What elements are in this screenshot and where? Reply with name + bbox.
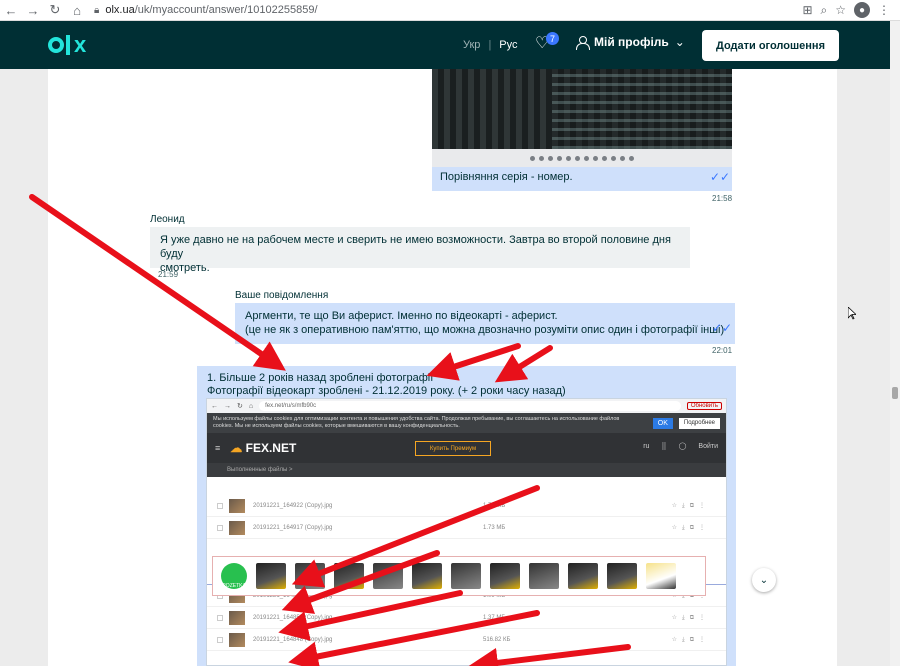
sender-name: Леонид bbox=[150, 214, 185, 225]
bookmark-star-icon[interactable]: ☆ bbox=[835, 3, 846, 17]
message-text-line: Фотографії відеокарт зроблені - 21.12.20… bbox=[207, 385, 566, 397]
file-row: 20191221_164848 (Copy).jpg 516.82 КБ ☆⤓⧉… bbox=[207, 629, 726, 651]
embedded-url: fex.net/ru/s/mfb90c bbox=[259, 401, 681, 411]
scroll-to-bottom-button[interactable]: ⌄ bbox=[752, 568, 776, 592]
grid-icon: ⣿ bbox=[661, 443, 667, 450]
lang-uk[interactable]: Укр bbox=[463, 39, 480, 51]
file-row: 20191221_164917 (Copy).jpg 1.73 МБ ☆⤓⧉⋮ bbox=[207, 517, 726, 539]
translate-icon[interactable]: ⊞ bbox=[802, 3, 812, 17]
attached-screenshot[interactable]: ← → ↻ ⌂ fex.net/ru/s/mfb90c Обновить Мы исп… bbox=[206, 398, 727, 666]
url-host: olx.ua bbox=[105, 4, 135, 16]
address-bar[interactable]: 🔒︎ olx.ua/uk/myaccount/answer/1010225585… bbox=[94, 2, 802, 19]
sender-name: Ваше повідомлення bbox=[235, 290, 329, 301]
mouse-cursor-icon bbox=[848, 307, 856, 320]
cookie-ok: OK bbox=[652, 417, 673, 429]
lang-ru[interactable]: Рус bbox=[499, 39, 517, 51]
chrome-menu-icon[interactable]: ⋮ bbox=[878, 3, 890, 17]
forward-icon[interactable]: → bbox=[22, 0, 44, 21]
message-text-line: смотреть. bbox=[160, 262, 210, 274]
hamburger-icon: ≡ bbox=[215, 443, 221, 453]
fex-logo: FEX.NET bbox=[245, 441, 297, 455]
message-time: 21:59 bbox=[158, 270, 179, 279]
message-text-line: Аргменти, те що Ви аферист. Іменно по ві… bbox=[245, 310, 558, 322]
read-check-icon: ✓✓ bbox=[710, 170, 731, 184]
own-message-bubble: Порівняння серія - номер. bbox=[432, 167, 732, 191]
lock-icon: 🔒︎ bbox=[94, 4, 100, 16]
favorites-count-badge: 7 bbox=[546, 32, 559, 45]
home-icon[interactable]: ⌂ bbox=[66, 0, 88, 21]
message-time: 22:01 bbox=[712, 346, 733, 355]
embedded-buy-button: Купить Премиум bbox=[415, 441, 491, 456]
my-profile-menu[interactable]: Мій профіль ⌄ bbox=[576, 35, 685, 50]
embedded-reload-label: Обновить bbox=[686, 402, 722, 410]
chrome-profile-avatar[interactable]: ● bbox=[854, 2, 870, 18]
message-image-attachment[interactable] bbox=[432, 69, 732, 167]
zoom-icon[interactable]: ⌕ bbox=[821, 3, 828, 18]
url-path: /uk/myaccount/answer/10102255859/ bbox=[134, 4, 318, 16]
chevron-down-icon: ⌄ bbox=[759, 574, 769, 586]
user-icon bbox=[576, 35, 590, 50]
cookie-text: cookies. Мы не используем файлы cookies,… bbox=[213, 423, 460, 429]
message-text-line: 1. Більше 2 років назад зроблені фотогра… bbox=[207, 372, 434, 384]
message-text-line: Я уже давно не на рабочем месте и сверит… bbox=[160, 234, 671, 260]
cookie-text: Мы используем файлы cookies для оптимиза… bbox=[213, 416, 620, 422]
site-header: x Укр | Рус ♡ 7 Мій профіль ⌄ Додати оголо… bbox=[0, 21, 890, 69]
read-check-icon: ✓✓ bbox=[712, 321, 733, 335]
incoming-message-bubble: Я уже давно не на рабочем месте и сверит… bbox=[150, 227, 690, 274]
embedded-ad-banner: ROZETKA bbox=[212, 556, 706, 596]
embedded-breadcrumb: Выполненные файлы > bbox=[207, 463, 726, 477]
own-message-bubble: Аргменти, те що Ви аферист. Іменно по ві… bbox=[235, 303, 735, 344]
file-row: 20191221_164853 (Copy).jpg 1.37 МБ ☆⤓⧉⋮ bbox=[207, 607, 726, 629]
user-circle-icon: ◯ bbox=[678, 443, 687, 450]
browser-toolbar: ← → ↻ ⌂ 🔒︎ olx.ua/uk/myaccount/answer/10… bbox=[0, 0, 900, 21]
rozetka-logo: ROZETKA bbox=[221, 563, 247, 589]
add-listing-button[interactable]: Додати оголошення bbox=[702, 30, 839, 61]
file-row: 20191221_164922 (Copy).jpg 1.73 МБ ☆⤓⧉⋮ bbox=[207, 495, 726, 517]
message-time: 21:58 bbox=[712, 194, 733, 203]
back-icon[interactable]: ← bbox=[0, 0, 22, 21]
olx-logo[interactable]: x bbox=[48, 34, 86, 56]
profile-label: Мій профіль bbox=[594, 35, 669, 49]
reload-icon[interactable]: ↻ bbox=[44, 0, 66, 21]
scrollbar-thumb[interactable] bbox=[892, 387, 898, 399]
message-text-line: (це не як з оперативною пам'яттю, що мож… bbox=[245, 324, 725, 336]
language-switcher: Укр | Рус bbox=[463, 39, 518, 51]
own-message-bubble: 1. Більше 2 років назад зроблені фотогра… bbox=[197, 366, 736, 666]
embedded-login: Войти bbox=[698, 442, 718, 450]
chevron-down-icon: ⌄ bbox=[674, 35, 685, 49]
embedded-lang: ru bbox=[643, 442, 650, 450]
page-scrollbar[interactable] bbox=[890, 21, 900, 666]
message-text: Порівняння серія - номер. bbox=[440, 171, 573, 183]
cookie-more: Подробнее bbox=[678, 417, 720, 429]
